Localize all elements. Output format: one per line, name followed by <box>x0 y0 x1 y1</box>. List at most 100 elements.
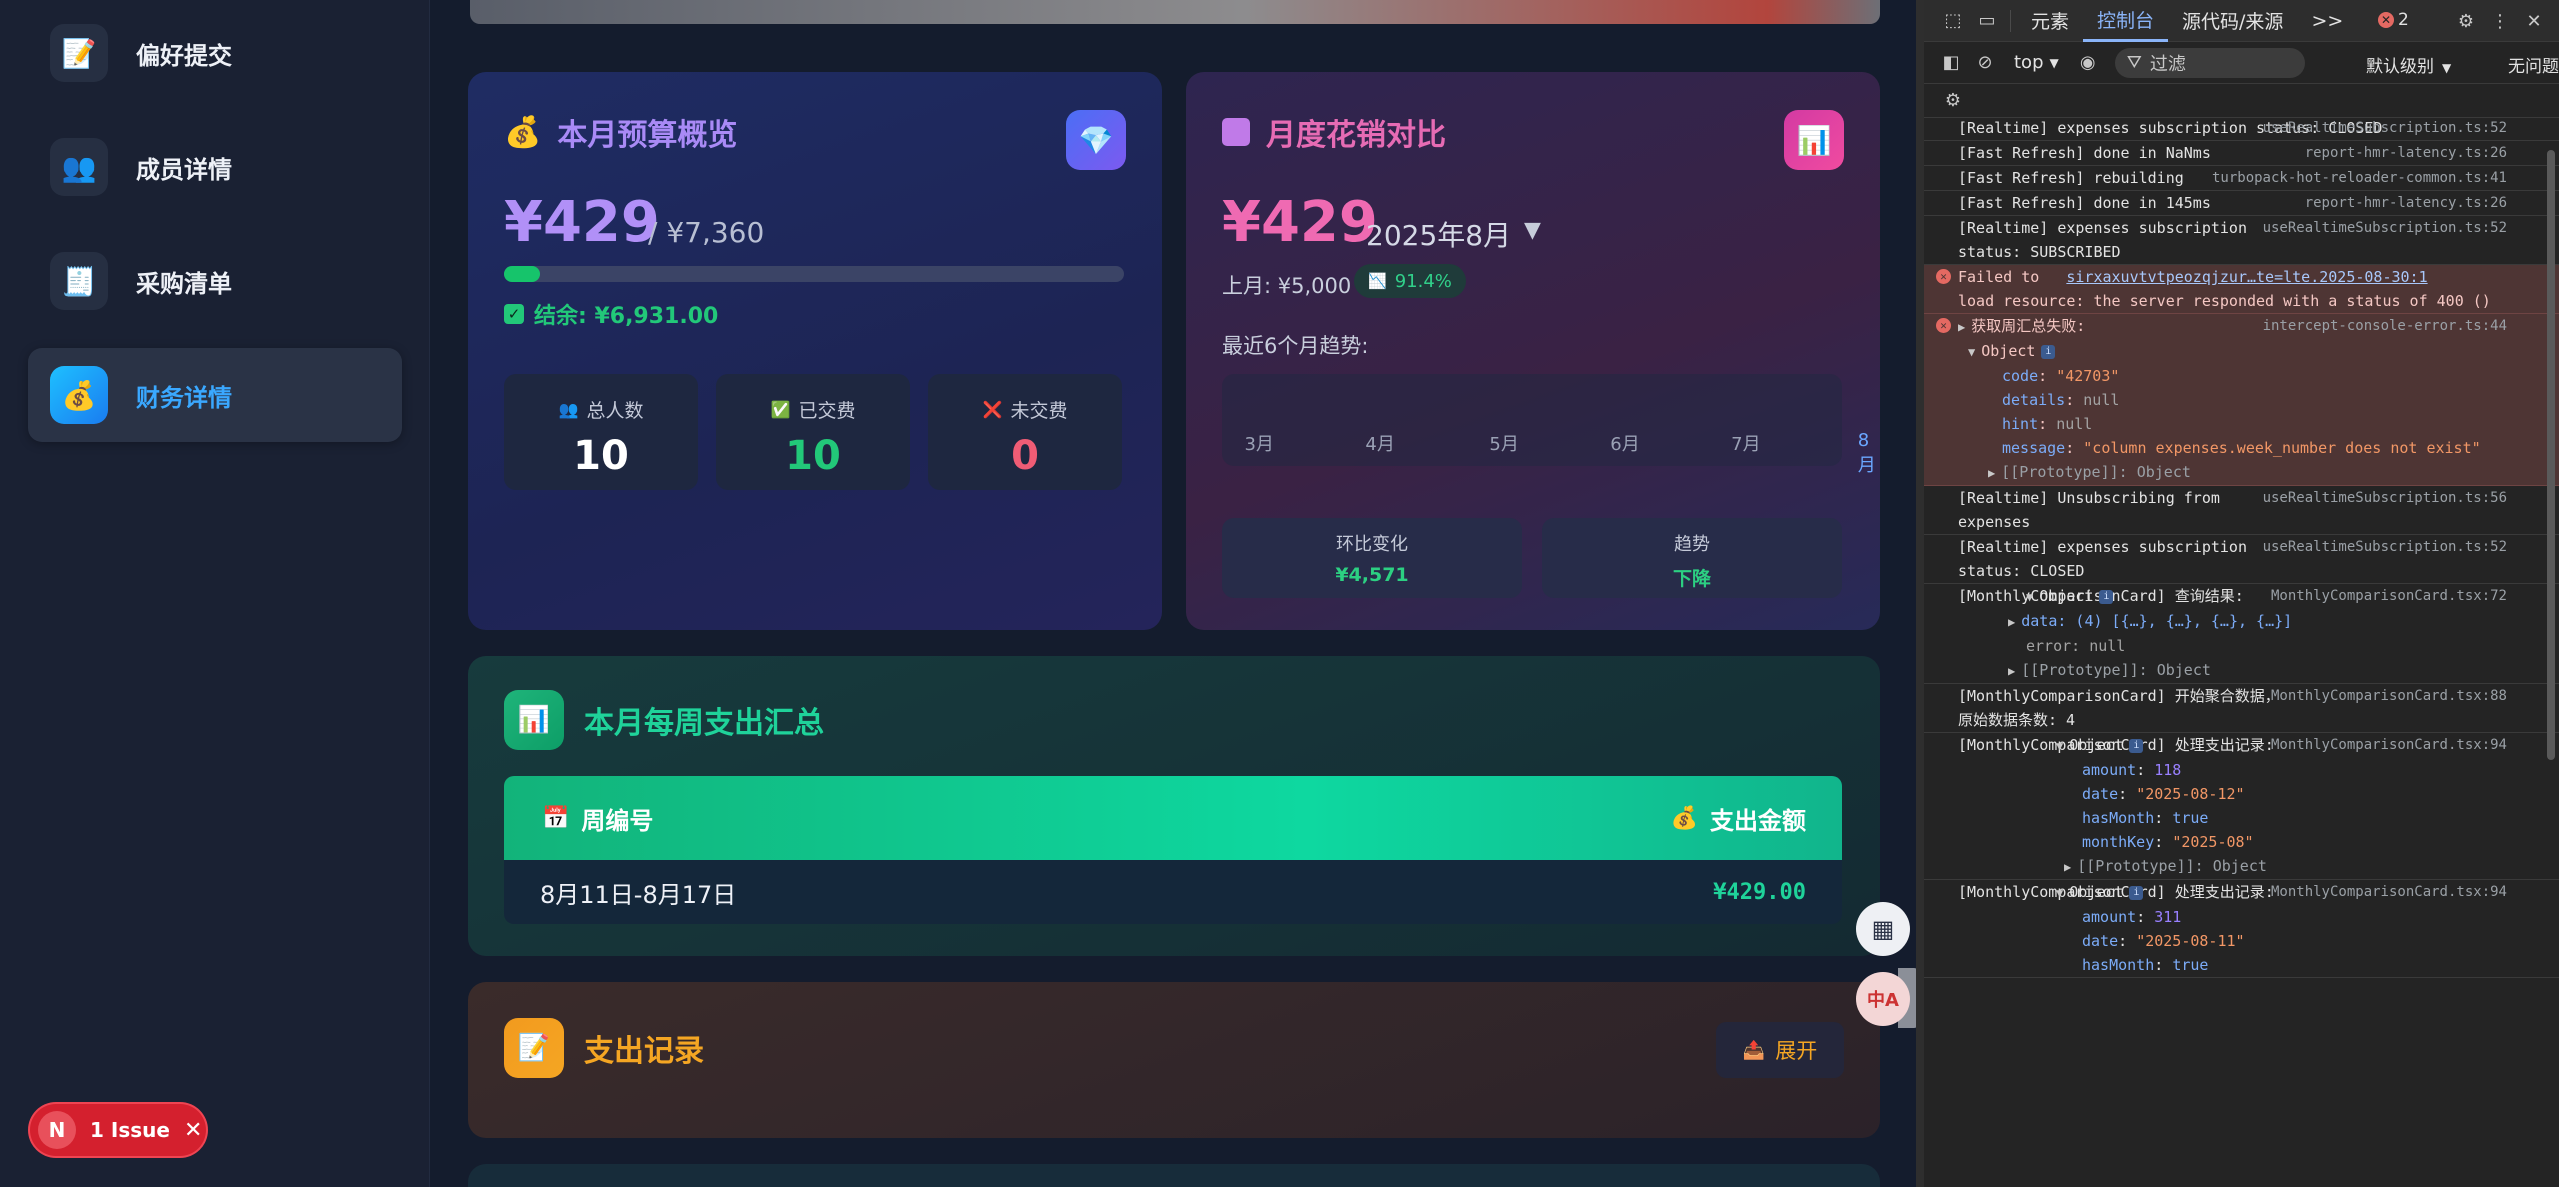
message-text: [Fast Refresh] done in 145ms <box>1958 194 2211 212</box>
surplus-label: 结余: ¥6,931.00 <box>534 304 719 329</box>
source-link[interactable]: useRealtimeSubscription.ts:52 <box>2263 216 2507 240</box>
chart-decreasing-icon: 📉 <box>1368 272 1387 290</box>
source-link[interactable]: useRealtimeSubscription.ts:52 <box>2263 116 2507 140</box>
inspect-element-icon[interactable]: ⬚ <box>1936 4 1970 38</box>
close-icon[interactable]: ✕ <box>184 1118 202 1143</box>
trend-stat: 趋势 下降 <box>1542 518 1842 598</box>
filter-input[interactable]: ⛛ 过滤 <box>2114 47 2305 78</box>
resource-link[interactable]: sirxaxuvtvtpeozqjzur…te=lte.2025-08-30:1 <box>2066 268 2427 286</box>
month-select[interactable]: 2025年8月 <box>1366 214 1511 254</box>
console-message: [Realtime] expenses subscription status:… <box>1924 116 2559 141</box>
source-link[interactable]: MonthlyComparisonCard.tsx:88 <box>2271 684 2507 708</box>
source-link[interactable]: MonthlyComparisonCard.tsx:94 <box>2271 733 2507 757</box>
log-level-select[interactable]: 默认级别 ▼ <box>2366 52 2451 77</box>
source-link[interactable]: MonthlyComparisonCard.tsx:72 <box>2271 584 2507 608</box>
log-level-value: 默认级别 <box>2366 57 2434 77</box>
source-link[interactable]: intercept-console-error.ts:44 <box>2263 314 2507 338</box>
sidebar-toggle-icon[interactable]: ◧ <box>1934 46 1968 80</box>
settings-gear-icon[interactable]: ⚙ <box>2449 4 2483 38</box>
devtools-tabbar: ⬚ ▭ 元素 控制台 源代码/来源 >> ✕ 2 ⚙ ⋮ ✕ <box>1924 0 2559 42</box>
info-icon: i <box>2129 738 2144 753</box>
amount-cell: ¥429.00 <box>1713 879 1806 905</box>
collapse-arrow-icon[interactable]: ▼ <box>2026 590 2033 604</box>
source-link[interactable]: MonthlyComparisonCard.tsx:94 <box>2271 880 2507 904</box>
source-link[interactable]: turbopack-hot-reloader-common.ts:41 <box>2212 166 2507 190</box>
source-link[interactable]: report-hmr-latency.ts:26 <box>2305 141 2507 165</box>
error-counter[interactable]: ✕ 2 <box>2378 10 2409 30</box>
collapse-arrow-icon[interactable]: ▼ <box>2056 886 2063 900</box>
object-property: ▶ [[Prototype]]: Object <box>2064 857 2267 875</box>
budget-progress-bar <box>504 266 1124 282</box>
expand-arrow-icon[interactable]: ▶ <box>1988 466 1995 480</box>
console-scrollbar[interactable] <box>2547 150 2555 760</box>
console-settings-icon[interactable]: ⚙ <box>1936 84 1970 118</box>
budget-overview-card: 💰 本月预算概览 💎 ¥429 / ¥7,360 ✓ 结余: ¥6,931.00… <box>468 72 1162 630</box>
console-message: [MonthlyComparisonCard] 查询结果: MonthlyCom… <box>1924 584 2559 684</box>
tab-elements[interactable]: 元素 <box>2017 0 2083 42</box>
chevron-down-icon[interactable]: ▼ <box>1524 218 1541 243</box>
bar-chart-icon: 📊 <box>504 690 564 750</box>
message-text: [Realtime] expenses subscription status:… <box>1958 219 2247 261</box>
issue-count-label: 1 Issue <box>90 1118 170 1142</box>
sidebar-item-members[interactable]: 👥 成员详情 <box>28 120 402 214</box>
issues-status[interactable]: 无问题 <box>2508 52 2559 77</box>
devtools-panel: ⬚ ▭ 元素 控制台 源代码/来源 >> ✕ 2 ⚙ ⋮ ✕ ◧ ⊘ top ▼ … <box>1916 0 2559 1187</box>
main-content: 💰 本月预算概览 💎 ¥429 / ¥7,360 ✓ 结余: ¥6,931.00… <box>430 0 1916 1187</box>
object-property: ▶ data: (4) [{…}, {…}, {…}, {…}] <box>2008 612 2293 630</box>
close-icon[interactable]: ✕ <box>2517 4 2551 38</box>
console-message: [MonthlyComparisonCard] 处理支出记录: MonthlyC… <box>1924 880 2559 978</box>
nextjs-logo-icon: N <box>38 1111 76 1149</box>
outbox-icon: 📤 <box>1742 1039 1766 1061</box>
console-error: ✕ Failed to sirxaxuvtvtpeozqjzur…te=lte.… <box>1924 265 2559 314</box>
console-message: [Fast Refresh] done in 145ms report-hmr-… <box>1924 191 2559 216</box>
translate-icon[interactable]: 中A <box>1856 972 1910 1026</box>
clear-console-icon[interactable]: ⊘ <box>1968 46 2002 80</box>
expand-button[interactable]: 📤 展开 <box>1716 1022 1844 1078</box>
info-icon: i <box>2041 344 2056 359</box>
purple-square-icon <box>1222 118 1250 146</box>
current-month-amount: ¥429 <box>1222 190 1378 255</box>
card-title: 本月预算概览 <box>557 118 738 153</box>
monthly-comparison-card: 月度花销对比 📊 ¥429 2025年8月 ▼ 上月: ¥5,000 📉 91.… <box>1186 72 1880 630</box>
console-settings-row: ⚙ <box>1924 84 2559 118</box>
more-tabs-button[interactable]: >> <box>2297 0 2357 42</box>
stat-label: 环比变化 <box>1336 534 1408 555</box>
budget-total: / ¥7,360 <box>648 216 765 249</box>
sidebar-item-purchase-list[interactable]: 🧾 采购清单 <box>28 234 402 328</box>
stat-label: 总人数 <box>586 400 644 422</box>
caret-down-icon: ▼ <box>2049 55 2059 70</box>
source-link[interactable]: useRealtimeSubscription.ts:56 <box>2263 486 2507 510</box>
collapse-arrow-icon[interactable]: ▼ <box>2056 739 2063 753</box>
devtools-actions: ⚙ ⋮ ✕ <box>2449 4 2551 38</box>
stat-unpaid: ❌ 未交费 0 <box>928 374 1122 490</box>
trend-title: 最近6个月趋势: <box>1222 334 1369 358</box>
stat-label: 趋势 <box>1674 534 1710 555</box>
sidebar: 📝 偏好提交 👥 成员详情 🧾 采购清单 💰 财务详情 N 1 Issue ✕ <box>0 0 430 1187</box>
info-icon: i <box>2099 589 2114 604</box>
issues-badge[interactable]: N 1 Issue ✕ <box>30 1104 206 1156</box>
sidebar-item-finance[interactable]: 💰 财务详情 <box>28 348 402 442</box>
tab-console[interactable]: 控制台 <box>2083 0 2169 42</box>
console-error: ✕ ▶ 获取周汇总失败: intercept-console-error.ts:4… <box>1924 314 2559 486</box>
filter-icon: ⛛ <box>2126 52 2142 73</box>
object-property: date: "2025-08-12" <box>2082 785 2245 803</box>
source-link[interactable]: report-hmr-latency.ts:26 <box>2305 191 2507 215</box>
sidebar-item-preferences[interactable]: 📝 偏好提交 <box>28 6 402 100</box>
prototype-label: [[Prototype]]: Object <box>2001 463 2191 481</box>
object-property: error: null <box>2026 637 2126 655</box>
check-icon: ✓ <box>504 304 524 324</box>
object-label: Object <box>1981 342 2036 360</box>
more-menu-icon[interactable]: ⋮ <box>2483 4 2517 38</box>
collapse-arrow-icon[interactable]: ▼ <box>1968 345 1975 359</box>
expand-arrow-icon[interactable]: ▶ <box>1958 320 1965 334</box>
people-icon: 👥 <box>558 400 579 419</box>
object-label: Object <box>2039 587 2094 605</box>
eye-icon[interactable]: ◉ <box>2071 46 2105 80</box>
column-header-label: 周编号 <box>581 806 654 835</box>
source-link[interactable]: useRealtimeSubscription.ts:52 <box>2263 535 2507 559</box>
sidebar-item-label: 采购清单 <box>136 269 232 298</box>
device-toolbar-icon[interactable]: ▭ <box>1970 4 2004 38</box>
tab-sources[interactable]: 源代码/来源 <box>2168 0 2297 42</box>
qr-code-icon[interactable]: ▦ <box>1856 902 1910 956</box>
context-select[interactable]: top ▼ <box>2002 52 2071 73</box>
